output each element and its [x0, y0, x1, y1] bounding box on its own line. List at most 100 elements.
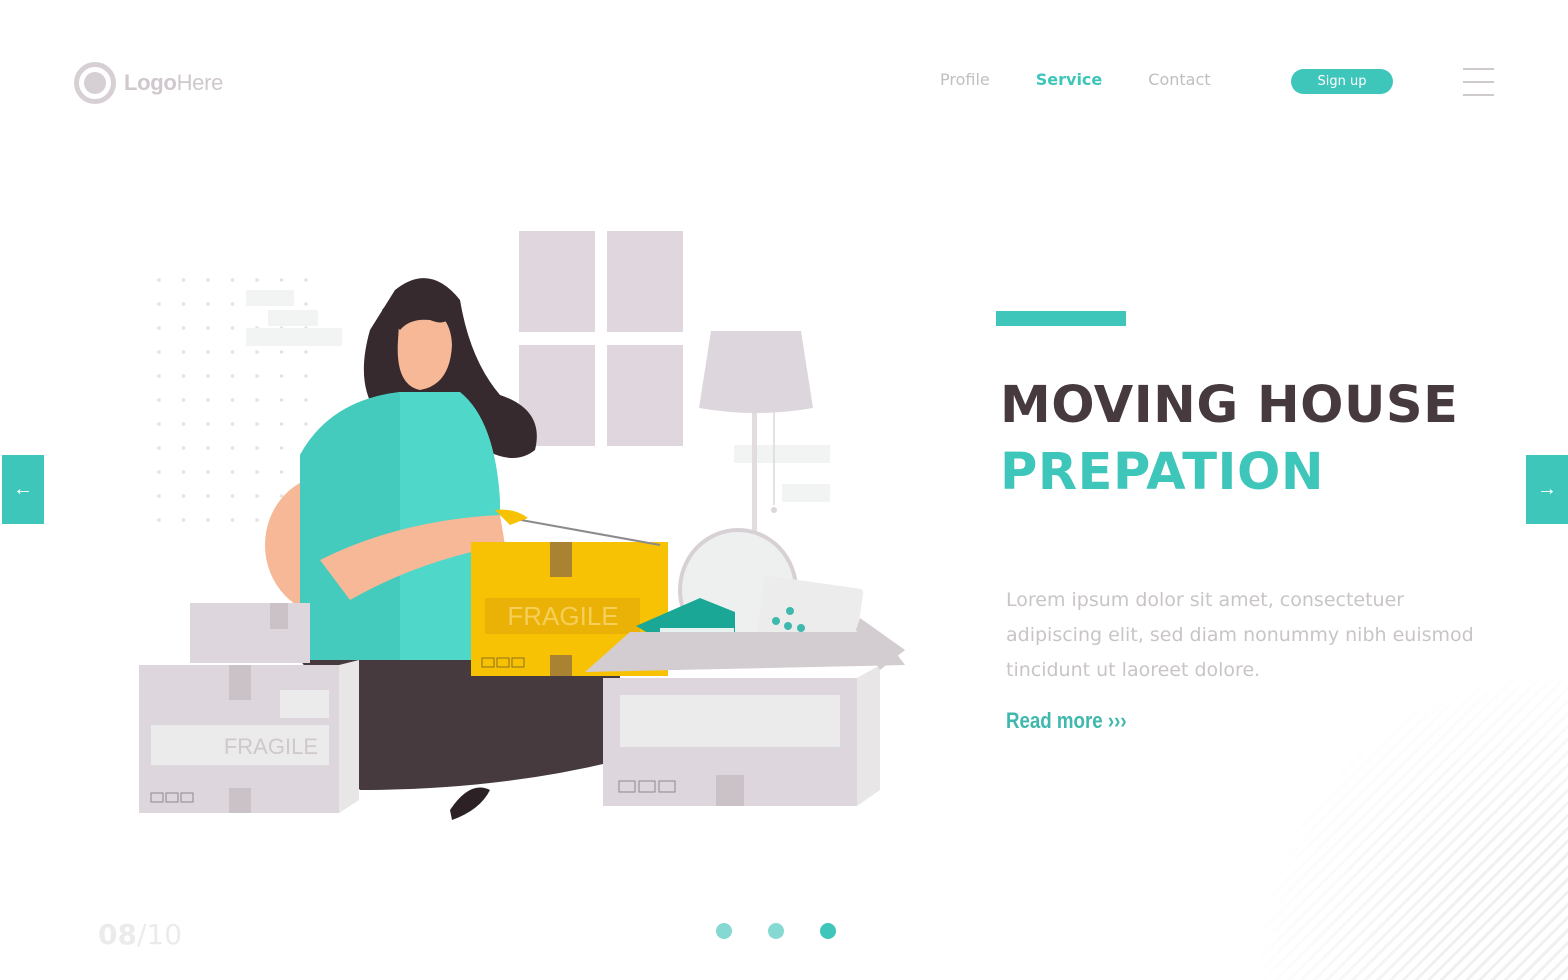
hero-title-line2: PREPATION: [1000, 443, 1324, 502]
hero-description: Lorem ipsum dolor sit amet, consectetuer…: [1006, 589, 1474, 681]
grid-dot: [255, 470, 259, 474]
grid-dot: [304, 374, 308, 378]
grid-dot: [206, 302, 210, 306]
logo-text-light: Here: [176, 70, 224, 95]
slide-current: 08: [98, 918, 137, 951]
grid-dot: [230, 446, 235, 450]
grid-dot: [206, 398, 210, 402]
grid-dot: [157, 350, 161, 354]
next-slide-button[interactable]: →: [1526, 455, 1568, 524]
box-back-left: [190, 603, 310, 663]
nav-service[interactable]: Service: [1036, 70, 1103, 89]
grid-dot: [230, 470, 235, 474]
pagination-dot-3[interactable]: [820, 923, 836, 939]
signup-button[interactable]: Sign up: [1291, 69, 1393, 94]
fragile-label-yellow: FRAGILE: [507, 601, 618, 631]
grid-dot: [157, 446, 161, 450]
grid-dot: [304, 350, 308, 354]
grid-dot: [255, 494, 259, 498]
grid-dot: [279, 374, 284, 378]
window: [519, 231, 683, 446]
grid-dot: [206, 350, 210, 354]
arrow-right-icon: →: [1537, 478, 1557, 500]
nav-profile[interactable]: Profile: [940, 70, 990, 89]
pagination-dot-1[interactable]: [716, 923, 732, 939]
grid-dot: [157, 422, 161, 426]
grid-dot: [255, 350, 259, 354]
grid-dot: [279, 446, 284, 450]
grid-dot: [157, 278, 161, 282]
main-nav: Profile Service Contact: [940, 70, 1257, 89]
grid-dot: [157, 518, 161, 522]
slide-separator: /: [136, 918, 147, 951]
hero-title-line1: MOVING HOUSE: [1000, 376, 1459, 435]
grid-dot: [279, 422, 284, 426]
grid-dot: [181, 470, 186, 474]
grid-dot: [157, 494, 161, 498]
logo-text-bold: Logo: [124, 70, 177, 95]
grid-dot: [279, 350, 284, 354]
arrow-left-icon: ←: [13, 478, 33, 500]
grid-dot: [304, 302, 308, 306]
grid-dot: [181, 398, 186, 402]
grid-dot: [206, 470, 210, 474]
grid-dot: [304, 422, 308, 426]
grid-dot: [157, 374, 161, 378]
grid-dot: [181, 518, 186, 522]
logo-circle-icon: [74, 62, 116, 104]
grid-dot: [181, 278, 186, 282]
grid-dot: [157, 326, 161, 330]
slide-total: 10: [146, 918, 183, 951]
box-front-left: FRAGILE: [139, 660, 359, 813]
grid-dot: [181, 326, 186, 330]
grid-dot: [230, 494, 235, 498]
nav-contact[interactable]: Contact: [1148, 70, 1210, 89]
diagonal-stripes-decoration: [1260, 680, 1568, 980]
grid-dot: [206, 422, 210, 426]
read-more-link[interactable]: Read more ›››: [1006, 708, 1127, 734]
grid-dot: [230, 278, 235, 282]
hamburger-icon[interactable]: [1463, 68, 1494, 96]
tape-dispenser: [509, 517, 661, 546]
grid-dot: [279, 278, 284, 282]
grid-dot: [230, 398, 235, 402]
grid-dot: [255, 278, 259, 282]
grid-dot: [230, 422, 235, 426]
pagination-dot-2[interactable]: [768, 923, 784, 939]
grid-dot: [206, 494, 210, 498]
grid-dot: [255, 398, 259, 402]
grid-dot: [181, 422, 186, 426]
read-more-label: Read more: [1006, 708, 1103, 733]
pagination-dots: [716, 923, 836, 939]
grid-dot: [255, 374, 259, 378]
grid-dot: [206, 374, 210, 378]
grid-dot: [230, 350, 235, 354]
grid-dot: [255, 518, 259, 522]
grid-dot: [230, 326, 235, 330]
grid-dot: [181, 302, 186, 306]
grid-dot: [255, 422, 259, 426]
prev-slide-button[interactable]: ←: [2, 455, 44, 524]
grid-dot: [230, 374, 235, 378]
grid-dot: [304, 398, 308, 402]
chevrons-right-icon: ›››: [1107, 708, 1127, 733]
logo[interactable]: LogoHere: [74, 62, 223, 104]
floor-lamp: [699, 331, 813, 550]
grid-dot: [181, 494, 186, 498]
grid-dot: [206, 278, 210, 282]
grid-dot: [157, 398, 161, 402]
grid-dot: [304, 278, 308, 282]
grid-dot: [157, 302, 161, 306]
grid-dot: [255, 446, 259, 450]
logo-text: LogoHere: [124, 70, 223, 96]
slide-counter: 08/10: [98, 918, 182, 951]
grid-dot: [181, 350, 186, 354]
grid-dot: [279, 470, 284, 474]
moving-house-illustration: FRAGILE FRAGILE: [139, 231, 905, 820]
grid-dot: [230, 302, 235, 306]
box-open: [585, 618, 905, 806]
grid-dot: [206, 446, 210, 450]
grid-dot: [206, 326, 210, 330]
fragile-label-left: FRAGILE: [224, 734, 318, 759]
grid-dot: [230, 518, 235, 522]
